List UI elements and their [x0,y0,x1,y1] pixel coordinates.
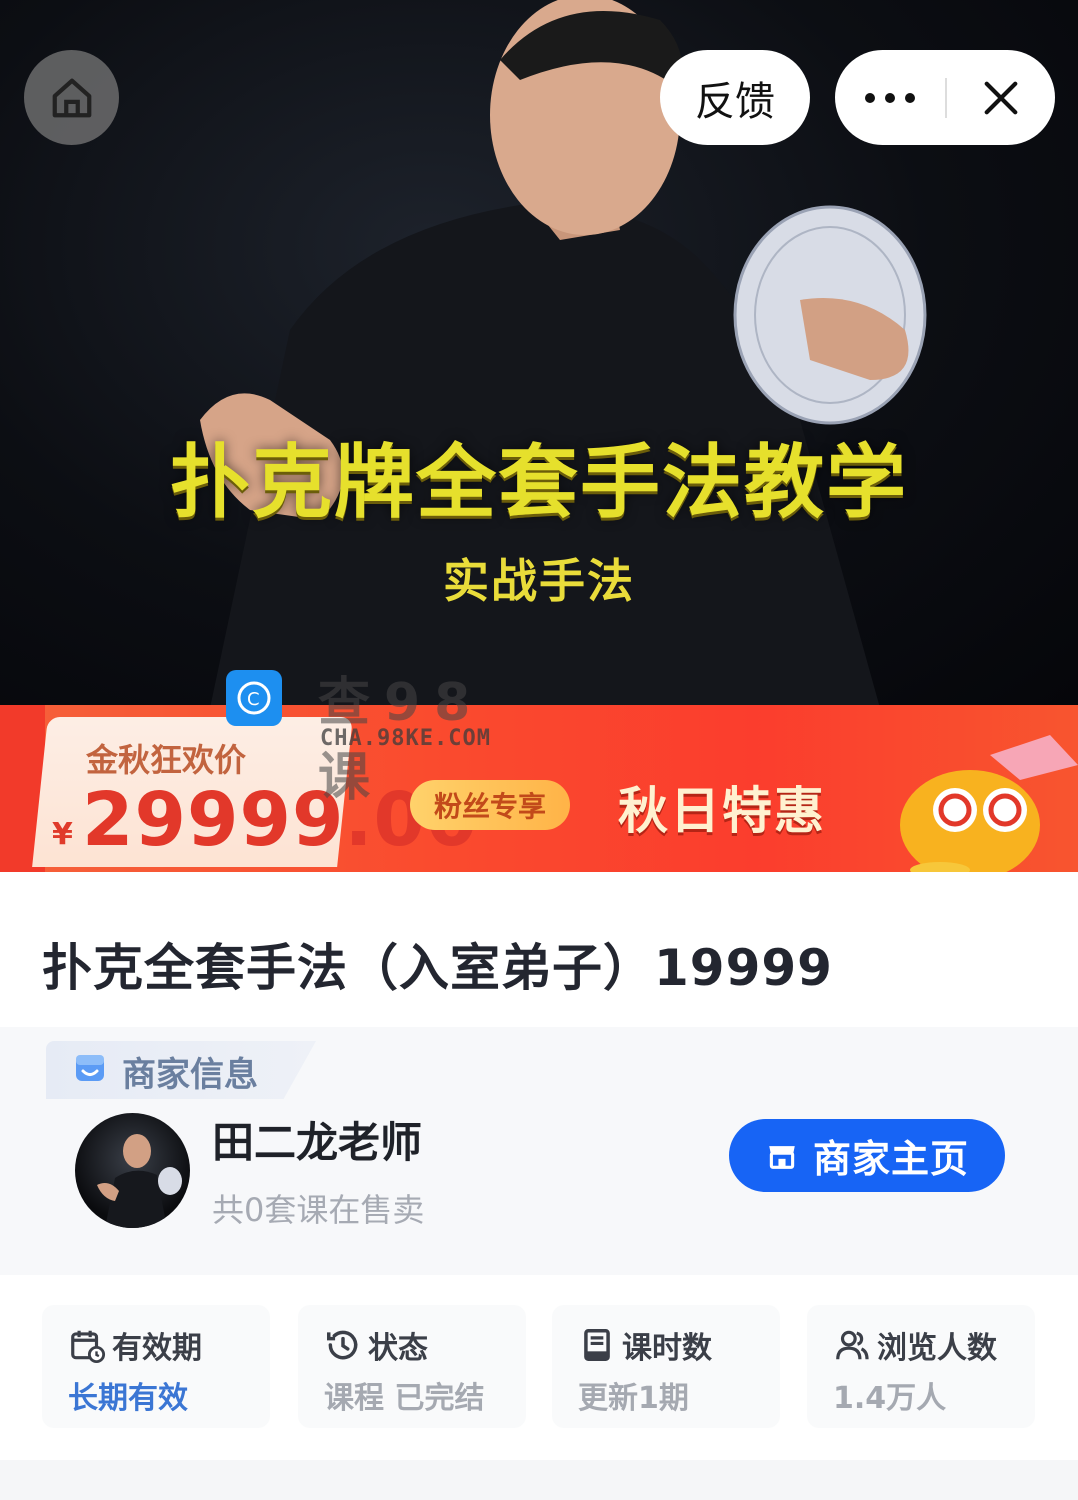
stat-value: 长期有效 [68,1381,188,1416]
merchant-homepage-button[interactable]: 商家主页 [729,1119,1005,1192]
promo-label: 金秋狂欢价 [86,741,247,779]
stat-label: 浏览人数 [877,1331,997,1366]
stat-validity: 有效期 长期有效 [42,1305,270,1428]
more-icon [865,92,915,103]
merchant-course-count: 共0套课在售卖 [212,1191,425,1229]
stat-label: 课时数 [622,1331,712,1366]
watermark: C 查98课 CHA.98KE.COM [226,666,516,808]
stat-value: 1.4万人 [833,1381,947,1416]
section-divider [0,1460,1078,1500]
stat-lessons: 课时数 更新1期 [552,1305,780,1428]
close-button[interactable] [947,50,1055,145]
book-icon [584,1329,610,1361]
watermark-logo-icon: C [226,670,282,726]
course-title-section: 扑克全套手法（入室弟子）19999 [0,872,1078,1027]
stat-label: 状态 [368,1331,428,1366]
stat-label: 有效期 [112,1331,202,1366]
close-icon [984,81,1018,114]
owl-mascot-icon [900,735,1078,872]
avatar-portrait-icon [97,1134,182,1228]
cover-subtitle: 实战手法 [443,554,635,608]
watermark-url: CHA.98KE.COM [320,726,491,751]
stat-value: 更新1期 [578,1381,689,1416]
svg-text:C: C [247,689,260,710]
course-title: 扑克全套手法（入室弟子）19999 [42,939,833,997]
merchant-section-label: 商家信息 [122,1055,258,1095]
merchant-avatar[interactable] [75,1113,190,1228]
stat-value: 课程 已完结 [324,1381,485,1416]
merchant-name[interactable]: 田二龙老师 [212,1109,422,1170]
stat-status: 状态 课程 已完结 [298,1305,526,1428]
users-icon [836,1330,869,1360]
history-icon [327,1330,358,1360]
home-button[interactable] [24,50,119,145]
store-smile-icon [76,1055,104,1081]
merchant-card: 商家信息 田二龙老师 共0套课在售卖 商家主页 [0,1027,1078,1275]
calendar-clock-icon [71,1330,106,1364]
course-cover-image: 扑克牌全套手法教学 实战手法 反馈 [0,0,1078,708]
promo-banner: 金秋狂欢价 ¥ 29999.00 粉丝专享 秋日特惠 [0,705,1078,872]
miniprogram-capsule [835,50,1055,145]
store-icon [769,1145,795,1169]
promo-title: 秋日特惠 [618,782,826,840]
cover-title: 扑克牌全套手法教学 [170,436,908,529]
more-button[interactable] [835,50,945,145]
feedback-button[interactable]: 反馈 [660,50,810,145]
home-icon [52,78,91,117]
stat-views: 浏览人数 1.4万人 [807,1305,1035,1428]
merchant-homepage-label: 商家主页 [812,1137,969,1181]
price-currency: ¥ [52,817,73,852]
